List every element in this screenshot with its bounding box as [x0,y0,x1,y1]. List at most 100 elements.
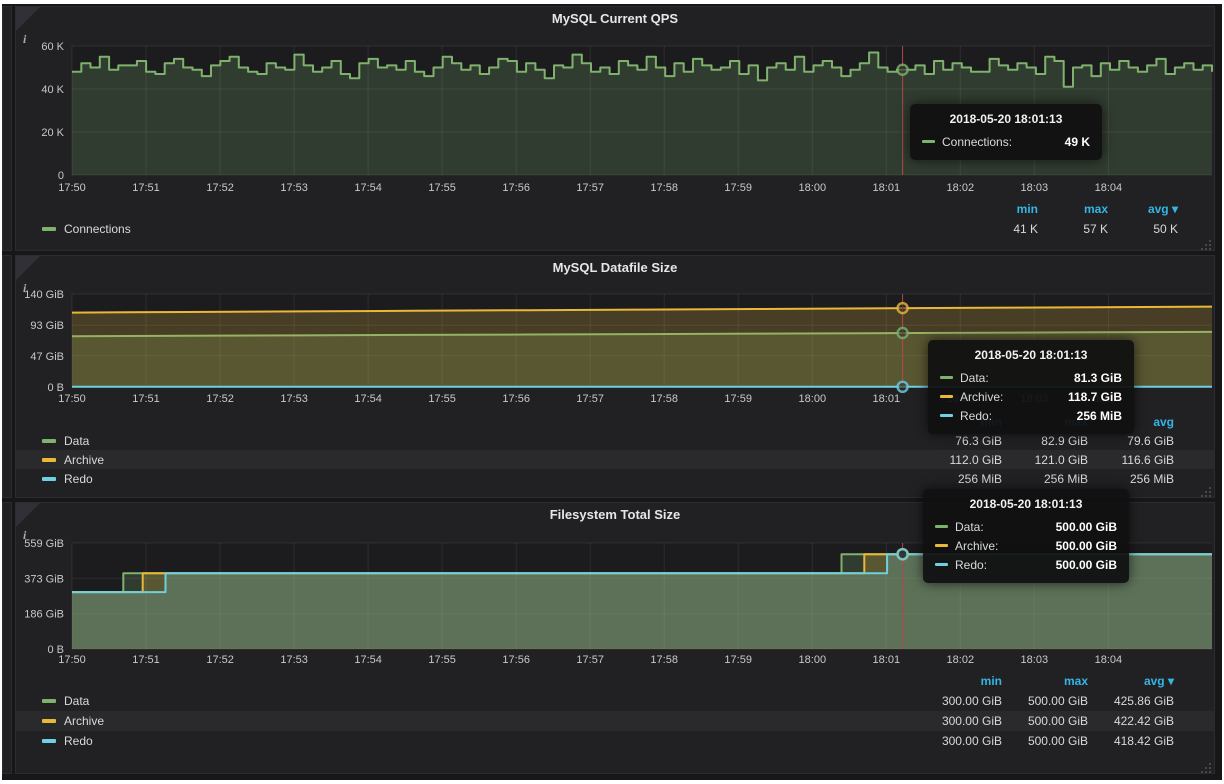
series-color-dash-icon [42,739,56,743]
svg-text:18:00: 18:00 [799,393,827,405]
legend-sort-max[interactable]: max [1038,202,1108,216]
legend-header-row: minmaxavg ▾ [16,671,1214,691]
svg-text:18:04: 18:04 [1095,182,1123,194]
panel-info-icon[interactable]: i [16,7,40,31]
svg-text:17:51: 17:51 [132,654,160,666]
filesystem-size-time-series-chart[interactable]: 17:5017:5117:5217:5317:5417:5517:5617:57… [16,527,1216,669]
legend-avg-value: 418.42 GiB [1088,734,1174,748]
legend-series-label[interactable]: Connections [64,222,131,236]
panel-legend: minmaxavg ▾Connections41 K57 K50 K [16,199,1214,239]
svg-text:17:59: 17:59 [724,654,752,666]
panel-legend: minmaxavg ▾Data300.00 GiB500.00 GiB425.8… [16,671,1214,751]
legend-sort-max[interactable]: max [1002,415,1088,429]
panel-title[interactable]: Filesystem Total Size [16,503,1214,527]
panel-resize-handle[interactable] [1200,484,1212,496]
panel-info-icon[interactable]: i [16,256,40,280]
panel-mysql-current-qps: i MySQL Current QPS 17:5017:5117:5217:53… [15,6,1215,251]
svg-text:17:58: 17:58 [650,654,678,666]
svg-text:17:52: 17:52 [206,182,234,194]
legend-row: Redo256 MiB256 MiB256 MiB [16,469,1214,488]
legend-header-row: minmaxavg ▾ [16,199,1214,219]
svg-text:17:53: 17:53 [280,393,308,405]
cropped-panel-edge [2,6,12,251]
series-color-dash-icon [42,719,56,723]
svg-text:0 B: 0 B [47,382,64,394]
legend-min-value: 300.00 GiB [916,734,1002,748]
legend-series-label[interactable]: Archive [64,714,104,728]
svg-text:60 K: 60 K [41,41,64,53]
legend-header-row: minmaxavg [16,412,1214,431]
svg-text:18:01: 18:01 [873,654,901,666]
legend-row: Data76.3 GiB82.9 GiB79.6 GiB [16,431,1214,450]
svg-text:18:04: 18:04 [1095,393,1123,405]
panel-title[interactable]: MySQL Current QPS [16,7,1214,31]
svg-text:17:53: 17:53 [280,182,308,194]
legend-sort-avg[interactable]: avg ▾ [1088,674,1174,688]
svg-text:17:55: 17:55 [428,182,456,194]
grafana-dashboard: i MySQL Current QPS 17:5017:5117:5217:53… [0,0,1224,784]
legend-sort-max[interactable]: max [1002,674,1088,688]
svg-text:17:57: 17:57 [576,393,604,405]
svg-text:17:59: 17:59 [724,182,752,194]
svg-text:18:02: 18:02 [947,393,975,405]
legend-series-label[interactable]: Data [64,694,89,708]
legend-sort-min[interactable]: min [968,202,1038,216]
legend-avg-value: 116.6 GiB [1088,453,1174,467]
series-color-dash-icon [42,477,56,481]
svg-text:17:52: 17:52 [206,393,234,405]
legend-row: Connections41 K57 K50 K [16,219,1214,239]
cropped-panel-edge [2,255,12,498]
legend-avg-value: 422.42 GiB [1088,714,1174,728]
legend-series-label[interactable]: Data [64,434,89,448]
legend-max-value: 256 MiB [1002,472,1088,486]
legend-sort-avg[interactable]: avg ▾ [1108,202,1178,216]
legend-series-label[interactable]: Redo [64,734,93,748]
panel-info-icon[interactable]: i [16,503,40,527]
svg-text:18:02: 18:02 [947,654,975,666]
legend-max-value: 82.9 GiB [1002,434,1088,448]
legend-avg-value: 425.86 GiB [1088,694,1174,708]
svg-text:18:01: 18:01 [873,393,901,405]
svg-text:17:51: 17:51 [132,393,160,405]
svg-text:17:53: 17:53 [280,654,308,666]
legend-row: Redo 300.00 GiB500.00 GiB418.42 GiB [16,731,1214,751]
legend-series-label[interactable]: Archive [64,453,104,467]
panel-resize-handle[interactable] [1200,760,1212,772]
legend-sort-min[interactable]: min [916,415,1002,429]
legend-max-value: 500.00 GiB [1002,714,1088,728]
panel-title[interactable]: MySQL Datafile Size [16,256,1214,280]
svg-text:93 GiB: 93 GiB [30,320,64,332]
legend-row: Archive112.0 GiB121.0 GiB116.6 GiB [16,450,1214,469]
svg-text:17:56: 17:56 [502,654,530,666]
svg-text:18:01: 18:01 [873,182,901,194]
dashboard-background: i MySQL Current QPS 17:5017:5117:5217:53… [2,4,1222,780]
legend-min-value: 41 K [968,222,1038,236]
qps-time-series-chart[interactable]: 17:5017:5117:5217:5317:5417:5517:5617:57… [16,31,1216,199]
svg-text:40 K: 40 K [41,84,64,96]
datafile-size-time-series-chart[interactable]: 17:5017:5117:5217:5317:5417:5517:5617:57… [16,280,1216,410]
legend-max-value: 500.00 GiB [1002,694,1088,708]
cropped-panel-edge [2,502,12,774]
legend-min-value: 300.00 GiB [916,714,1002,728]
legend-min-value: 76.3 GiB [916,434,1002,448]
series-color-dash-icon [42,439,56,443]
svg-text:17:51: 17:51 [132,182,160,194]
legend-max-value: 500.00 GiB [1002,734,1088,748]
svg-text:373 GiB: 373 GiB [24,573,64,585]
svg-text:17:54: 17:54 [354,654,382,666]
svg-text:18:03: 18:03 [1021,393,1049,405]
svg-text:18:02: 18:02 [947,182,975,194]
legend-sort-min[interactable]: min [916,674,1002,688]
panel-resize-handle[interactable] [1200,237,1212,249]
series-color-dash-icon [42,227,56,231]
panel-filesystem-total-size: i Filesystem Total Size 17:5017:5117:521… [15,502,1215,774]
panel-legend: minmaxavgData76.3 GiB82.9 GiB79.6 GiBArc… [16,412,1214,488]
svg-text:17:56: 17:56 [502,393,530,405]
svg-text:17:58: 17:58 [650,182,678,194]
legend-series-label[interactable]: Redo [64,472,93,486]
svg-text:47 GiB: 47 GiB [30,351,64,363]
svg-text:559 GiB: 559 GiB [24,538,64,550]
legend-sort-avg[interactable]: avg [1088,415,1174,429]
svg-text:18:04: 18:04 [1095,654,1123,666]
svg-text:18:00: 18:00 [799,182,827,194]
